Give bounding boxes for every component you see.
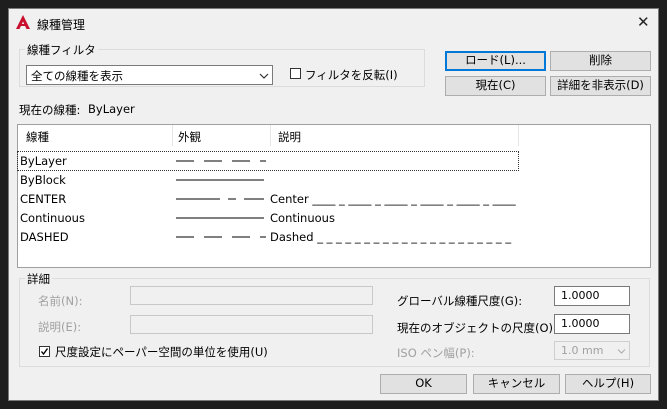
table-row[interactable]: ByBlock xyxy=(18,171,518,189)
paper-space-label: 尺度設定にペーパー空間の単位を使用(U) xyxy=(55,345,268,359)
load-button[interactable]: ロード(L)... xyxy=(445,51,546,71)
linetype-preview xyxy=(176,179,264,181)
cancel-button[interactable]: キャンセル xyxy=(473,374,560,394)
linetype-name: ByLayer xyxy=(20,154,67,168)
current-linetype-value: ByLayer xyxy=(88,102,135,116)
linetype-description: Continuous xyxy=(270,211,335,225)
header-appearance[interactable]: 外観 xyxy=(178,129,201,145)
hide-details-button[interactable]: 詳細を非表示(D) xyxy=(550,76,651,96)
iso-pen-value: 1.0 mm xyxy=(561,344,604,357)
linetype-preview xyxy=(176,236,266,238)
invert-filter-label: フィルタを反転(I) xyxy=(305,68,398,82)
global-scale-field[interactable]: 1.0000 xyxy=(554,286,630,306)
table-row[interactable]: Continuous Continuous xyxy=(18,209,518,227)
checkmark-icon xyxy=(40,348,49,356)
linetype-preview xyxy=(176,217,264,219)
linetype-manager-dialog: 線種管理 ✕ 線種フィルタ 全ての線種を表示 フィルタを反転(I) ロード(L)… xyxy=(8,8,659,401)
list-header: 線種 外観 説明 xyxy=(18,125,519,146)
details-group-label: 詳細 xyxy=(25,271,52,287)
autocad-logo-icon xyxy=(16,15,30,29)
linetype-name: CENTER xyxy=(20,192,67,206)
linetype-description: Dashed _ _ _ _ _ _ _ _ _ _ _ _ _ _ _ _ _… xyxy=(270,230,512,244)
description-field[interactable] xyxy=(130,315,373,334)
table-row[interactable]: DASHED Dashed _ _ _ _ _ _ _ _ _ _ _ _ _ … xyxy=(18,228,518,246)
invert-filter-checkbox[interactable] xyxy=(290,68,301,79)
iso-pen-dropdown[interactable]: 1.0 mm xyxy=(554,341,630,360)
help-button[interactable]: ヘルプ(H) xyxy=(565,374,651,394)
description-label: 説明(E): xyxy=(38,320,82,334)
iso-pen-label: ISO ペン幅(P): xyxy=(397,346,475,360)
filter-dropdown[interactable]: 全ての線種を表示 xyxy=(26,65,273,85)
linetype-name: DASHED xyxy=(20,230,69,244)
linetype-preview xyxy=(176,198,264,200)
header-description[interactable]: 説明 xyxy=(278,129,301,145)
dialog-title: 線種管理 xyxy=(37,18,86,32)
global-scale-label: グローバル線種尺度(G): xyxy=(397,294,523,308)
object-scale-field[interactable]: 1.0000 xyxy=(554,314,630,334)
paper-space-checkbox[interactable] xyxy=(39,346,50,357)
filter-group-label: 線種フィルタ xyxy=(25,42,98,58)
object-scale-label: 現在のオブジェクトの尺度(O): xyxy=(397,321,557,335)
chevron-down-icon xyxy=(259,73,269,79)
delete-button[interactable]: 削除 xyxy=(550,51,651,71)
linetype-preview xyxy=(176,160,266,162)
filter-dropdown-value: 全ての線種を表示 xyxy=(31,69,123,83)
name-label: 名前(N): xyxy=(38,294,83,308)
table-row[interactable]: ByLayer xyxy=(17,151,519,171)
chevron-down-icon xyxy=(617,349,626,354)
linetype-list[interactable]: 線種 外観 説明 ByLayer ByBlock CENTER Center _… xyxy=(17,124,651,268)
linetype-name: Continuous xyxy=(20,211,85,225)
header-linetype[interactable]: 線種 xyxy=(26,129,49,145)
linetype-description: Center ____ _ ____ _ ____ _ ____ _ ____ … xyxy=(270,192,516,206)
ok-button[interactable]: OK xyxy=(380,374,467,394)
current-linetype-label: 現在の線種: xyxy=(19,103,81,117)
name-field[interactable] xyxy=(130,286,373,305)
close-icon[interactable]: ✕ xyxy=(637,15,650,30)
current-button[interactable]: 現在(C) xyxy=(445,76,546,96)
table-row[interactable]: CENTER Center ____ _ ____ _ ____ _ ____ … xyxy=(18,190,518,208)
linetype-name: ByBlock xyxy=(20,173,66,187)
